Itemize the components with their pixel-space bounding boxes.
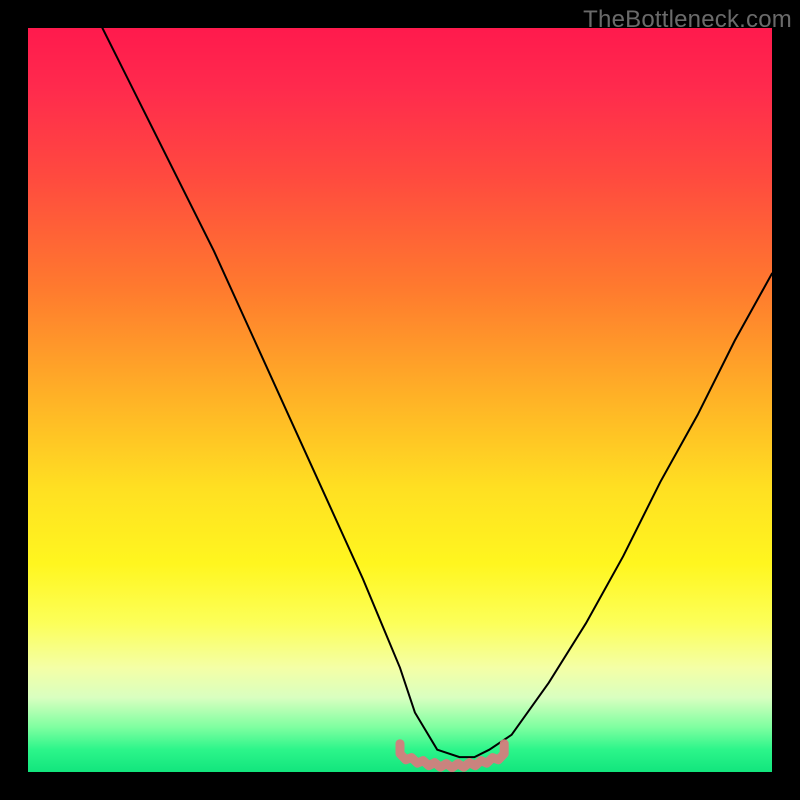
plot-frame xyxy=(28,28,772,772)
gradient-background xyxy=(28,28,772,772)
